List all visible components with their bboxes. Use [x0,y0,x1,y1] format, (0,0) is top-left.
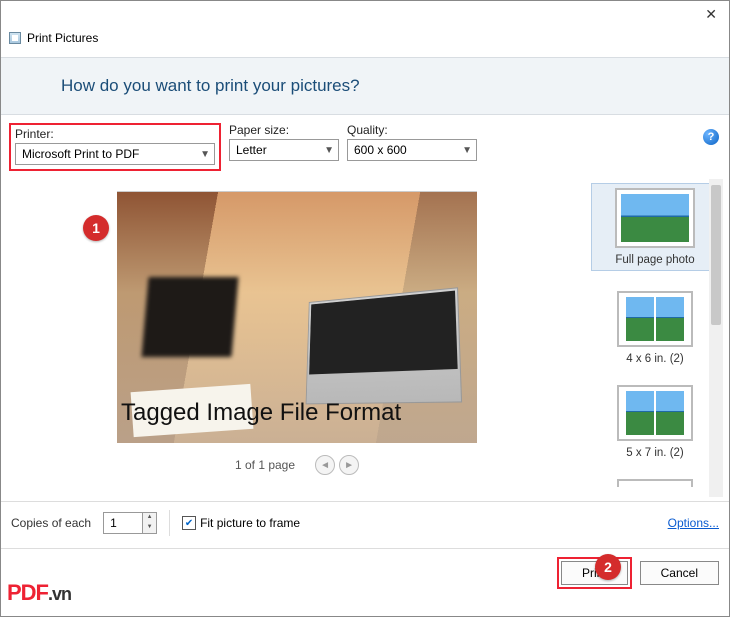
annotation-marker-1: 1 [83,215,109,241]
content-area: Tagged Image File Format 1 of 1 page ◄ ►… [1,171,729,497]
fit-checkbox-row[interactable]: Fit picture to frame [182,516,300,530]
quality-label: Quality: [347,123,477,137]
printer-dropdown[interactable]: Microsoft Print to PDF ▼ [15,143,215,165]
chevron-down-icon: ▼ [324,145,334,156]
window-title-row: Print Pictures [1,27,729,57]
fit-label: Fit picture to frame [200,516,300,530]
preview-overlay-text: Tagged Image File Format [121,399,401,427]
layout-label: 4 x 6 in. (2) [591,353,719,365]
layout-full-page[interactable]: Full page photo [591,183,719,271]
layout-thumb-icon [626,391,654,435]
copies-value: 1 [110,516,117,530]
header-question: How do you want to print your pictures? [1,76,729,96]
layout-thumb-icon [626,297,654,341]
pager-text: 1 of 1 page [235,458,295,472]
cancel-button[interactable]: Cancel [640,561,719,585]
quality-value: 600 x 600 [354,143,407,157]
bottom-buttons: Print Cancel [1,549,729,599]
layout-label: 5 x 7 in. (2) [591,447,719,459]
preview-image: Tagged Image File Format [117,191,477,443]
layout-thumb-icon [656,297,684,341]
options-row: Printer: Microsoft Print to PDF ▼ Paper … [1,115,729,171]
paper-size-label: Paper size: [229,123,339,137]
prev-page-button[interactable]: ◄ [315,455,335,475]
options-link[interactable]: Options... [668,516,719,530]
layout-thumb-icon [656,391,684,435]
printer-value: Microsoft Print to PDF [22,147,139,161]
print-pictures-dialog: ✕ Print Pictures How do you want to prin… [0,0,730,617]
pager: 1 of 1 page ◄ ► [235,455,359,475]
copies-spinner[interactable]: 1 ▲▼ [103,512,157,534]
window-title: Print Pictures [27,31,98,45]
paper-size-dropdown[interactable]: Letter ▼ [229,139,339,161]
layout-thumb-icon [621,194,689,242]
fit-checkbox[interactable] [182,516,196,530]
layout-list: Full page photo 4 x 6 in. (2) 5 x 7 in. … [587,179,723,497]
preview-object [306,287,462,404]
annotation-marker-2: 2 [595,554,621,580]
layout-more[interactable] [591,479,719,487]
titlebar: ✕ [1,1,729,27]
help-icon[interactable]: ? [703,129,719,145]
printer-icon [9,32,21,44]
next-page-button[interactable]: ► [339,455,359,475]
spinner-up-icon[interactable]: ▲ [142,513,156,523]
watermark-main: PDF [7,580,48,605]
scrollbar-thumb[interactable] [711,185,721,325]
quality-dropdown[interactable]: 600 x 600 ▼ [347,139,477,161]
paper-size-value: Letter [236,143,267,157]
watermark-sub: .vn [48,584,71,604]
layout-label: Full page photo [596,254,714,266]
copies-label: Copies of each [11,516,91,530]
divider [169,510,170,536]
close-icon[interactable]: ✕ [705,6,717,23]
layout-4x6[interactable]: 4 x 6 in. (2) [591,291,719,365]
watermark: PDF.vn [7,580,71,606]
bottom-options: Copies of each 1 ▲▼ Fit picture to frame… [1,502,729,544]
spinner-down-icon[interactable]: ▼ [142,523,156,533]
layout-5x7[interactable]: 5 x 7 in. (2) [591,385,719,459]
chevron-down-icon: ▼ [200,149,210,160]
printer-highlight: Printer: Microsoft Print to PDF ▼ [9,123,221,171]
chevron-down-icon: ▼ [462,145,472,156]
layout-scrollbar[interactable] [709,179,723,497]
preview-object [142,277,239,357]
print-highlight: Print [557,557,632,589]
printer-label: Printer: [15,127,215,141]
header-band: How do you want to print your pictures? [1,57,729,115]
